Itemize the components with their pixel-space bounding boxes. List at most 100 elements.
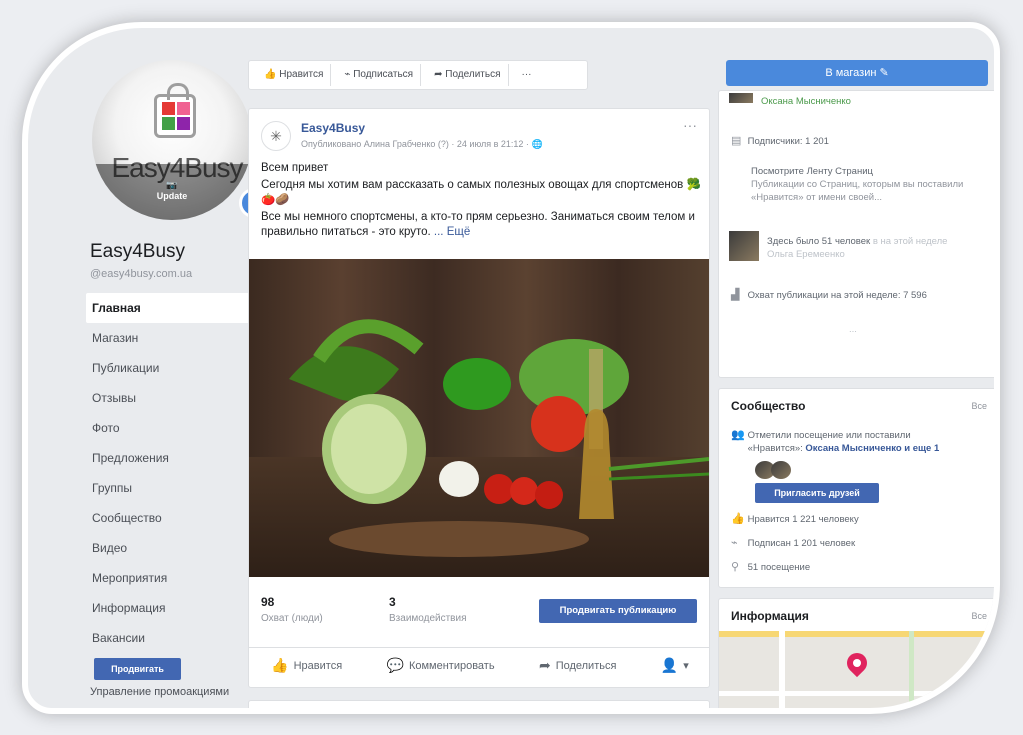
avatar-update-overlay[interactable]: 📷 Update bbox=[92, 164, 252, 220]
boost-post-button[interactable]: Продвигать публикацию bbox=[539, 599, 697, 623]
chevron-down-icon: ▾ bbox=[683, 660, 689, 672]
view-feed-title[interactable]: Посмотрите Ленту Страниц bbox=[731, 165, 981, 178]
post-line-2-text: Все мы немного спортсмены, а кто-то прям… bbox=[261, 211, 695, 238]
subscribe-label: Подписаться bbox=[353, 69, 414, 80]
post-author[interactable]: Easy4Busy bbox=[301, 121, 365, 135]
nav-item-jobs[interactable]: Вакансии bbox=[86, 623, 260, 653]
oksana-link[interactable]: Оксана Мысниченко bbox=[761, 95, 851, 108]
nav-item-videos[interactable]: Видео bbox=[86, 533, 260, 563]
likes-text: Нравится 1 221 человеку bbox=[747, 514, 859, 525]
vegetables-illustration bbox=[289, 319, 709, 557]
reach-week-text: Охват публикации на этой неделе: 7 596 bbox=[747, 290, 927, 301]
view-feed-row[interactable]: Посмотрите Ленту Страниц Публикации со С… bbox=[731, 165, 981, 204]
page-name[interactable]: Easy4Busy bbox=[90, 241, 185, 263]
nav-item-offers[interactable]: Предложения bbox=[86, 443, 260, 473]
nav-item-home[interactable]: Главная bbox=[86, 293, 260, 323]
rss-icon: ⌁ bbox=[344, 69, 354, 80]
checkins-text: Здесь было 51 человек bbox=[767, 236, 871, 247]
share-arrow-icon: ➦ bbox=[538, 657, 551, 673]
nav-item-community[interactable]: Сообщество bbox=[86, 503, 260, 533]
shop-button[interactable]: В магазин ✎ bbox=[726, 60, 988, 86]
community-card: Сообщество Все 👥 Отметили посещение или … bbox=[718, 388, 994, 588]
followers-row: ▤ Подписчики: 1 201 bbox=[731, 135, 829, 148]
likes-row: 👍 Нравится 1 221 человеку bbox=[731, 513, 859, 526]
avatar-update-label: Update bbox=[156, 191, 188, 201]
post-text: Всем привет Сегодня мы хотим вам рассказ… bbox=[261, 161, 701, 242]
stats-more-dots[interactable]: ... bbox=[849, 323, 857, 336]
like-page-button[interactable]: 👍 Нравится bbox=[257, 64, 332, 86]
rss-icon: ⌁ bbox=[731, 537, 738, 549]
nav-item-groups[interactable]: Группы bbox=[86, 473, 260, 503]
page-avatar-wrap[interactable]: Easy4Busy 📷 Update + bbox=[92, 60, 269, 220]
bag-logo-icon bbox=[154, 83, 196, 138]
invite-names-link[interactable]: Оксана Мысниченко и еще 1 bbox=[805, 443, 939, 454]
chart-icon: ▟ bbox=[731, 289, 740, 301]
invite-friends-button[interactable]: Пригласить друзей bbox=[755, 483, 879, 503]
comment-button[interactable]: 💬 Комментировать bbox=[387, 657, 495, 674]
checkins-photo bbox=[729, 231, 759, 261]
community-see-all[interactable]: Все bbox=[971, 401, 987, 411]
checkins-name[interactable]: Ольга Еремеенко bbox=[767, 249, 845, 260]
info-title[interactable]: Информация bbox=[731, 609, 809, 623]
map-pin-icon[interactable] bbox=[842, 648, 872, 678]
invite-line: Отметили посещение или поставили «Нравит… bbox=[748, 429, 968, 455]
page-handle[interactable]: @easy4busy.com.ua bbox=[90, 268, 192, 280]
thumbs-up-outline-icon: 👍 bbox=[271, 657, 289, 673]
post-stats: 98 Охват (люди) 3 Взаимодействия Продвиг… bbox=[249, 589, 709, 639]
post-image-vegetables[interactable] bbox=[249, 259, 709, 577]
engagement-label[interactable]: Взаимодействия bbox=[389, 613, 467, 624]
checkins-row: Здесь было 51 человек в на этой неделе О… bbox=[767, 235, 987, 261]
info-see-all[interactable]: Все bbox=[971, 611, 987, 621]
newsfeed-icon: ▤ bbox=[731, 135, 742, 147]
followers-text: Подписчики: 1 201 bbox=[747, 136, 829, 147]
map-road-vertical bbox=[779, 631, 785, 708]
thumbs-up-icon: 👍 bbox=[264, 69, 280, 80]
globe-icon: 🌐 bbox=[531, 139, 543, 149]
page-nav: Главная Магазин Публикации Отзывы Фото П… bbox=[86, 293, 260, 653]
engagement-value: 3 bbox=[389, 595, 396, 609]
comment-label: Комментировать bbox=[408, 659, 495, 672]
follows-text: Подписан 1 201 человек bbox=[747, 538, 856, 549]
subscribe-button[interactable]: ⌁ Подписаться bbox=[337, 64, 422, 86]
promote-button[interactable]: Продвигать bbox=[94, 658, 181, 680]
nav-item-info[interactable]: Информация bbox=[86, 593, 260, 623]
post-more-button[interactable]: ··· bbox=[683, 117, 697, 133]
nav-item-reviews[interactable]: Отзывы bbox=[86, 383, 260, 413]
thumbs-up-icon: 👍 bbox=[731, 513, 745, 525]
share-page-button[interactable]: ➦ Поделиться bbox=[427, 64, 509, 86]
follows-row: ⌁ Подписан 1 201 человек bbox=[731, 537, 855, 550]
reach-value: 98 bbox=[261, 595, 275, 609]
nav-item-events[interactable]: Мероприятия bbox=[86, 563, 260, 593]
share-page-label: Поделиться bbox=[445, 69, 501, 80]
location-map[interactable] bbox=[719, 631, 994, 708]
view-feed-desc: Публикации со Страниц, которым вы постав… bbox=[751, 179, 964, 203]
share-post-button[interactable]: ➦ Поделиться bbox=[539, 657, 616, 674]
more-options-button[interactable]: ··· bbox=[515, 64, 539, 86]
manage-promotions-link[interactable]: Управление промоакциями bbox=[90, 686, 229, 698]
next-post-card bbox=[248, 700, 710, 708]
like-post-button[interactable]: 👍 Нравится bbox=[271, 657, 342, 674]
see-more-link[interactable]: ... Ещё bbox=[434, 226, 470, 238]
stats-card: Оксана Мысниченко ▤ Подписчики: 1 201 По… bbox=[718, 90, 994, 378]
post-card: ✳ Easy4Busy Опубликовано Алина Грабченко… bbox=[248, 108, 710, 688]
map-road-horizontal bbox=[719, 691, 994, 696]
map-road-main bbox=[719, 631, 994, 637]
screenshot-frame: Easy4Busy 📷 Update + Easy4Busy @easy4bus… bbox=[22, 22, 1000, 714]
friend-avatar-2[interactable] bbox=[771, 461, 791, 479]
like-post-label: Нравится bbox=[293, 659, 343, 672]
post-meta: Опубликовано Алина Грабченко (?) · 24 ию… bbox=[301, 139, 543, 150]
post-line-2: Все мы немного спортсмены, а кто-то прям… bbox=[261, 210, 701, 240]
visits-text: 51 посещение bbox=[747, 562, 811, 573]
nav-item-posts[interactable]: Публикации bbox=[86, 353, 260, 383]
nav-item-photos[interactable]: Фото bbox=[86, 413, 260, 443]
page-avatar[interactable]: Easy4Busy 📷 Update bbox=[92, 60, 252, 220]
audience-selector[interactable]: 👤 ▾ bbox=[661, 657, 689, 674]
community-title[interactable]: Сообщество bbox=[731, 399, 805, 413]
reach-label[interactable]: Охват (люди) bbox=[261, 613, 323, 624]
post-author-avatar[interactable]: ✳ bbox=[261, 121, 291, 151]
post-line-1: Сегодня мы хотим вам рассказать о самых … bbox=[261, 179, 701, 206]
reach-week-row: ▟ Охват публикации на этой неделе: 7 596 bbox=[731, 289, 927, 302]
like-page-label: Нравится bbox=[279, 69, 324, 80]
nav-item-shop[interactable]: Магазин bbox=[86, 323, 260, 353]
page-action-bar: 👍 Нравится ⌁ Подписаться ➦ Поделиться ··… bbox=[248, 60, 588, 90]
